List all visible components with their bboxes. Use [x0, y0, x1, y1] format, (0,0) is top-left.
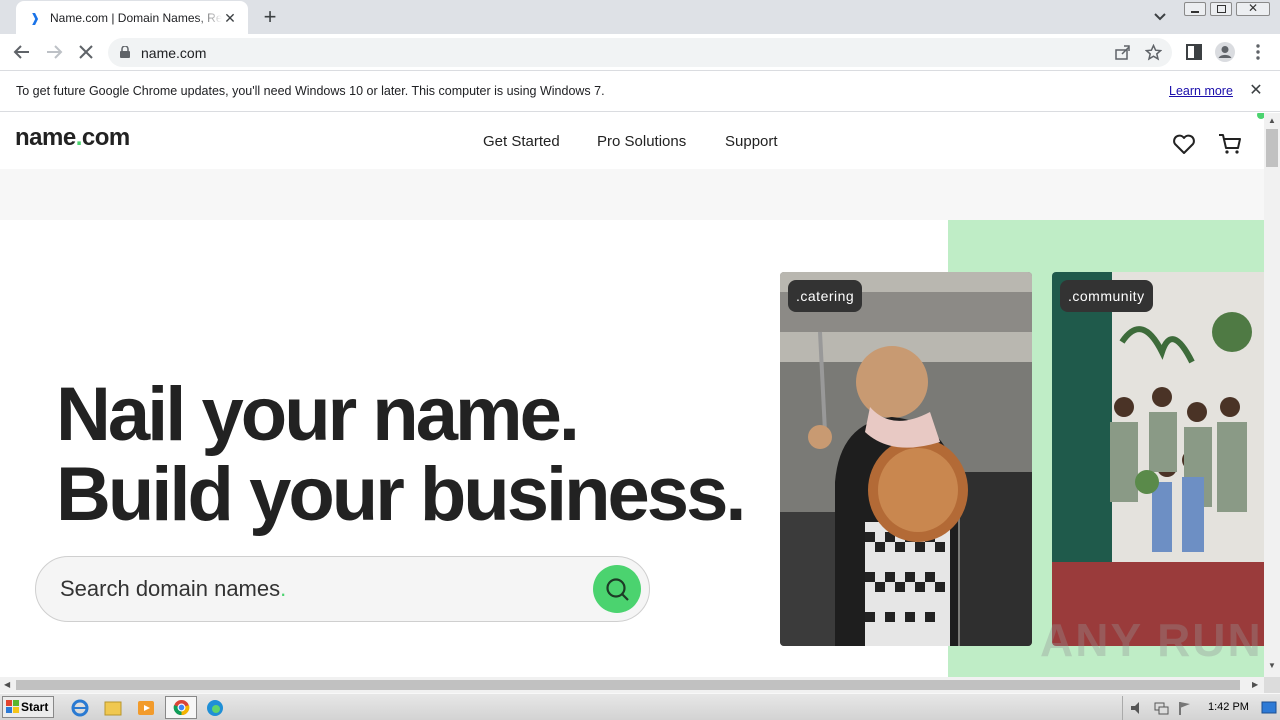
internet-explorer-icon[interactable]	[66, 697, 94, 719]
flag-icon[interactable]	[1177, 700, 1193, 716]
community-tag: .community	[1060, 280, 1153, 312]
community-image	[1052, 272, 1264, 646]
bookmark-star-icon[interactable]	[1145, 44, 1162, 61]
tab-search-icon[interactable]	[1150, 8, 1170, 26]
scroll-left-icon[interactable]: ◀	[4, 680, 10, 689]
catering-photo: .catering	[780, 272, 1032, 646]
community-photo: .community	[1052, 272, 1264, 646]
system-tray	[1122, 696, 1280, 720]
minimize-button[interactable]	[1184, 2, 1206, 16]
tab-title: Name.com | Domain Names, Registration	[50, 10, 222, 25]
network-icon[interactable]	[1153, 700, 1169, 716]
domain-search-box[interactable]: Search domain names.	[35, 556, 650, 622]
headline-line-2: Build your business.	[56, 452, 746, 537]
url-text: name.com	[141, 45, 207, 61]
side-panel-icon[interactable]	[1183, 41, 1205, 63]
scroll-corner	[1264, 677, 1280, 693]
vertical-scrollbar[interactable]: ▲ ▼	[1264, 113, 1280, 677]
browser-toolbar: name.com	[0, 34, 1280, 71]
watermark: ANY RUN	[1040, 614, 1263, 666]
share-icon[interactable]	[1114, 44, 1131, 61]
show-desktop-icon[interactable]	[1261, 701, 1277, 715]
new-tab-button[interactable]: +	[258, 5, 282, 29]
address-bar[interactable]: name.com	[108, 38, 1172, 67]
status-dot	[1257, 113, 1264, 119]
hero-headline: Nail your name. Build your business.	[56, 372, 746, 537]
back-icon[interactable]	[11, 41, 33, 63]
chef-image	[780, 272, 1032, 646]
logo-tld: com	[81, 124, 130, 151]
vertical-scroll-thumb[interactable]	[1266, 129, 1278, 167]
scroll-down-icon[interactable]: ▼	[1268, 661, 1276, 670]
chrome-taskbar-button[interactable]	[165, 696, 197, 719]
scroll-right-icon[interactable]: ▶	[1252, 680, 1258, 689]
file-explorer-icon[interactable]	[99, 697, 127, 719]
loading-icon: ❱	[30, 10, 41, 25]
search-placeholder-text: Search domain names	[60, 576, 281, 601]
announcement-band	[0, 169, 1264, 220]
nav-pro-solutions[interactable]: Pro Solutions	[597, 133, 686, 150]
site-header: name.com Get Started Pro Solutions Suppo…	[0, 113, 1264, 169]
stop-loading-icon[interactable]	[75, 41, 97, 63]
search-icon	[606, 578, 629, 601]
taskbar: Start 1:42 PM	[0, 693, 1280, 720]
search-button[interactable]	[593, 565, 641, 613]
volume-icon[interactable]	[1129, 700, 1145, 716]
search-placeholder: Search domain names.	[60, 576, 286, 602]
forward-icon[interactable]	[43, 41, 65, 63]
lock-icon[interactable]	[120, 46, 130, 58]
logo-main: name	[15, 124, 76, 151]
cart-icon[interactable]	[1217, 131, 1243, 157]
nav-support[interactable]: Support	[725, 133, 778, 150]
search-placeholder-dot: .	[280, 576, 287, 601]
edge-icon[interactable]	[201, 697, 229, 719]
close-window-button[interactable]: ✕	[1236, 1, 1270, 16]
profile-avatar-icon[interactable]	[1214, 41, 1236, 63]
headline-line-1: Nail your name.	[56, 372, 580, 457]
close-tab-icon[interactable]: ✕	[222, 10, 238, 26]
start-button[interactable]: Start	[2, 696, 54, 718]
tab-strip: ❱ Name.com | Domain Names, Registration …	[0, 0, 1280, 34]
horizontal-scrollbar[interactable]: ◀ ▶	[0, 677, 1264, 693]
restore-button[interactable]	[1210, 2, 1232, 16]
site-logo[interactable]: name.com	[15, 124, 130, 152]
learn-more-link[interactable]: Learn more	[1169, 84, 1233, 98]
start-label: Start	[21, 700, 49, 714]
chrome-icon	[173, 699, 190, 716]
page-viewport: name.com Get Started Pro Solutions Suppo…	[0, 113, 1264, 677]
menu-kebab-icon[interactable]	[1247, 41, 1269, 63]
infobar-message: To get future Google Chrome updates, you…	[16, 84, 605, 98]
close-icon[interactable]: ✕	[1248, 83, 1264, 99]
windows-logo-icon	[6, 700, 19, 713]
scroll-up-icon[interactable]: ▲	[1268, 116, 1276, 125]
heart-icon[interactable]	[1171, 131, 1197, 157]
nav-get-started[interactable]: Get Started	[483, 133, 560, 150]
media-player-icon[interactable]	[132, 697, 160, 719]
catering-tag: .catering	[788, 280, 863, 312]
horizontal-scroll-thumb[interactable]	[16, 680, 1240, 690]
clock: 1:42 PM	[1208, 701, 1249, 713]
browser-tab[interactable]: ❱ Name.com | Domain Names, Registration …	[16, 1, 248, 34]
update-infobar: To get future Google Chrome updates, you…	[0, 71, 1280, 112]
